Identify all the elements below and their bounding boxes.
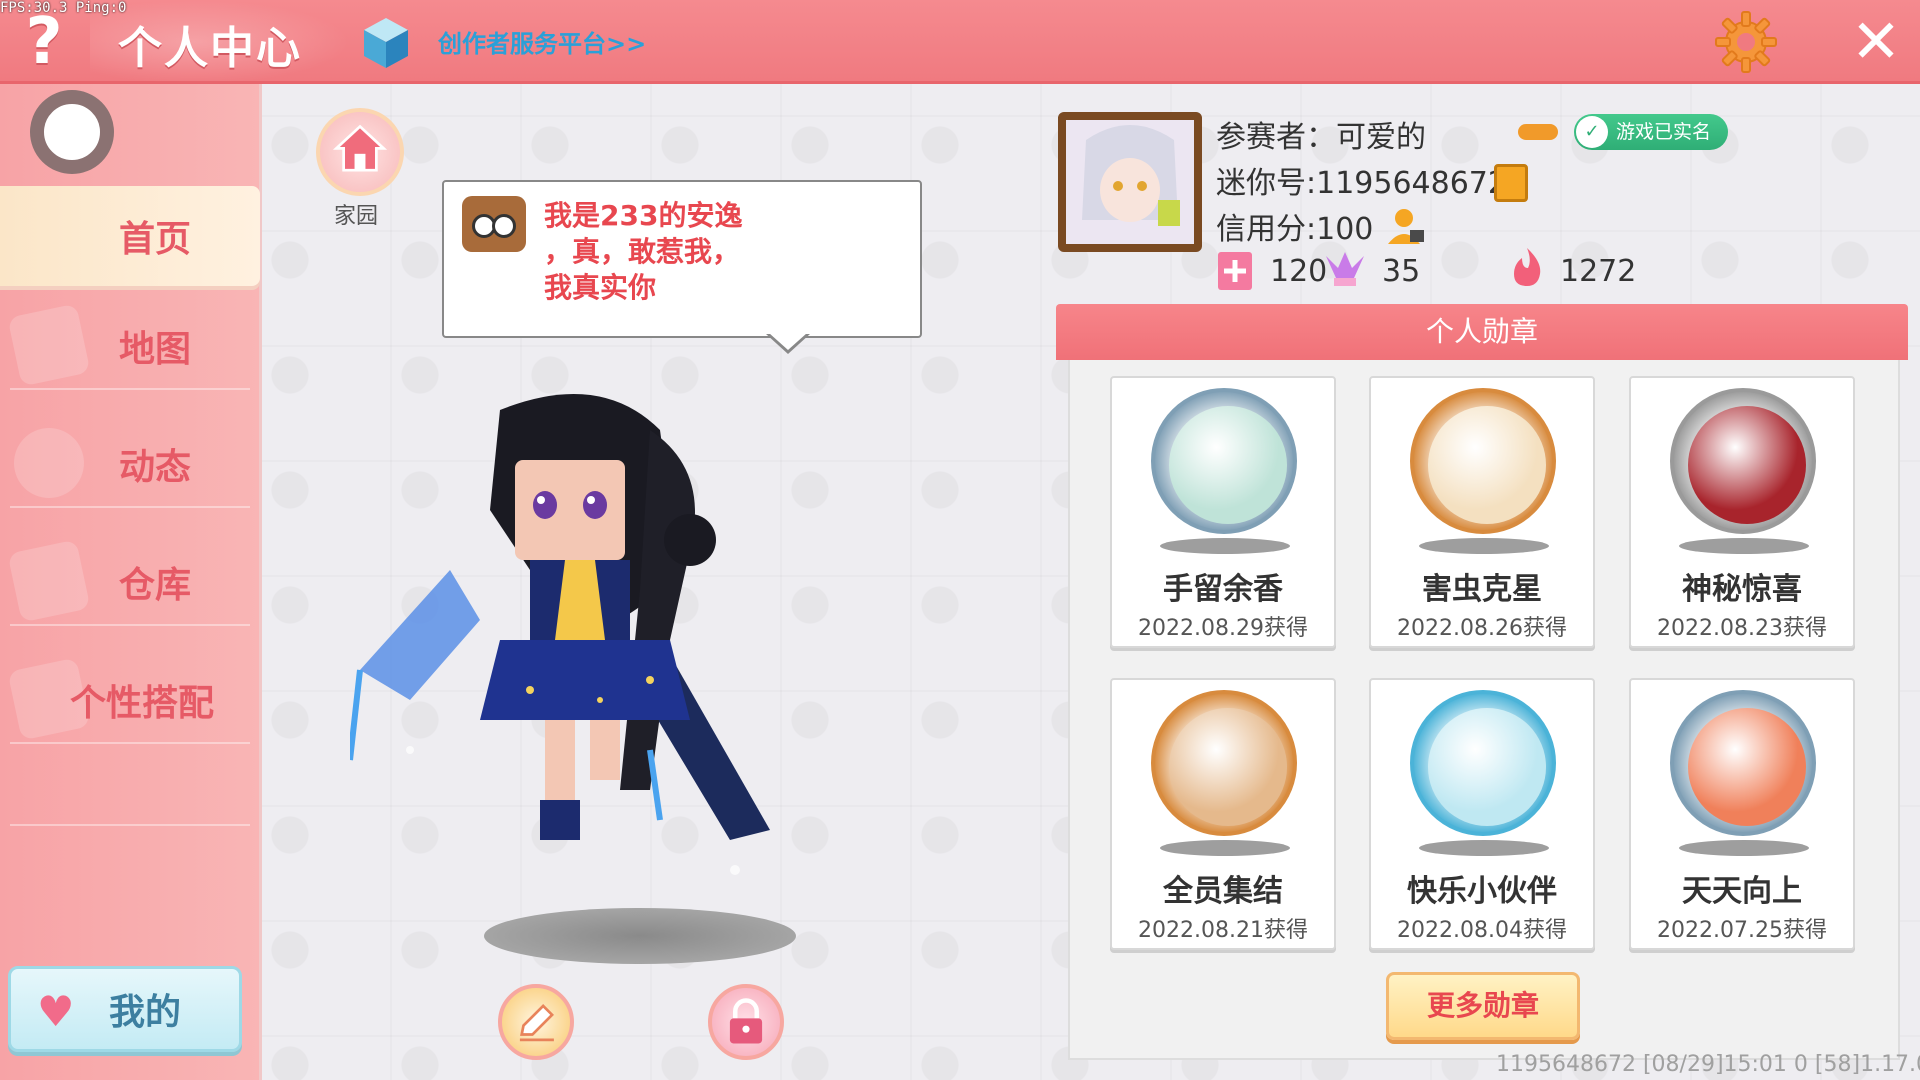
sidebar-item-home[interactable]: 首页 [0,186,260,286]
sidebar-item-map[interactable]: 地图 [0,296,260,396]
sidebar-item-label: 地图 [118,329,191,370]
sidebar-item-warehouse[interactable]: 仓库 [0,532,260,632]
bell-icon [7,421,91,505]
medal-card[interactable]: 快乐小伙伴 2022.08.04获得 [1369,678,1595,950]
medal-icon [1670,388,1816,534]
heart-icon: ♥ [37,987,75,1036]
medal-date: 2022.08.26获得 [1397,616,1567,641]
sidebar-item-label: 仓库 [118,565,191,606]
medal-card[interactable]: 天天向上 2022.07.25获得 [1629,678,1855,950]
character-avatar[interactable] [350,390,820,980]
home-icon[interactable] [316,108,404,196]
help-button[interactable]: ? [14,8,74,76]
medal-name: 全员集结 [1163,874,1283,909]
sidebar-item-feed[interactable]: 动态 [0,414,260,514]
realname-badge: ✓ 游戏已实名 [1574,114,1728,150]
medal-name: 天天向上 [1682,874,1802,909]
footer-build-info: 1195648672 [08/29]15:01 0 [58]1.17.0 [1496,1052,1920,1077]
close-button[interactable]: ✕ [1846,12,1906,72]
medal-icon [1151,690,1297,836]
speaker-avatar-icon [462,196,526,252]
medal-date: 2022.08.21获得 [1138,918,1308,943]
portrait-image [1066,120,1194,244]
medal-card[interactable]: 害虫克星 2022.08.26获得 [1369,376,1595,648]
medal-shadow [1679,840,1809,856]
bubble-tail-fill [769,333,807,350]
my-button[interactable]: ♥ 我的 [8,966,242,1052]
stat-fire: 1272 [1560,254,1637,289]
medal-shadow [1160,538,1290,554]
divider [10,824,250,826]
medal-emblem [1169,406,1287,524]
medal-date: 2022.08.29获得 [1138,616,1308,641]
medal-name: 害虫克星 [1422,572,1542,607]
plus-card-icon [1218,252,1252,290]
medal-name: 手留余香 [1163,572,1283,607]
medal-shadow [1419,538,1549,554]
speech-line: ，真，敢惹我， [544,235,741,268]
map-icon [7,303,91,387]
sidebar-item-label: 首页 [118,219,191,260]
medal-name: 神秘惊喜 [1682,572,1802,607]
medal-card[interactable]: 全员集结 2022.08.21获得 [1110,678,1336,950]
stat-cheer: 35 [1382,254,1421,289]
edit-pencil-icon[interactable] [498,984,574,1060]
medal-section-header: 个人勋章 [1056,304,1908,360]
medal-date: 2022.07.25获得 [1657,918,1827,943]
speech-line: 我是233的安逸 [544,199,743,232]
top-bar: ? 个人中心 创作者服务平台>> ✕ [0,0,1920,84]
warehouse-icon [7,539,91,623]
credit-score: 信用分:100 [1216,212,1374,247]
medal-icon [1151,388,1297,534]
cheer-icon [1326,252,1364,286]
medal-shadow [1419,840,1549,856]
speech-line: 我真实你 [544,271,657,304]
credit-person-icon[interactable] [1386,206,1426,246]
medal-name: 快乐小伙伴 [1407,874,1557,909]
medal-card[interactable]: 神秘惊喜 2022.08.23获得 [1629,376,1855,648]
medal-emblem [1428,406,1546,524]
profile-portrait[interactable] [1058,112,1202,252]
creator-cube-icon[interactable] [362,16,410,70]
medal-shadow [1160,840,1290,856]
player-name: 参赛者：可爱的 [1216,120,1426,155]
fps-readout: FPS:30.3 Ping:0 [0,0,127,16]
realname-badge-label: 游戏已实名 [1616,121,1712,143]
fire-icon [1514,248,1541,286]
speech-bubble: 我是233的安逸 ，真，敢惹我， 我真实你 [442,180,922,338]
medal-emblem [1688,708,1806,826]
mask-icon [1518,124,1558,140]
home-label: 家园 [334,204,379,229]
page-title: 个人中心 [118,23,302,74]
profile-avatar-ring[interactable] [30,90,114,174]
mini-id: 迷你号:1195648672 [1216,166,1507,201]
verified-user-icon: ✓ [1576,116,1608,148]
medal-card[interactable]: 手留余香 2022.08.29获得 [1110,376,1336,648]
sidebar-item-outfit[interactable]: 个性搭配 [0,650,260,750]
medal-emblem [1428,708,1546,826]
stat-plus: 120 [1270,254,1328,289]
medal-icon [1410,388,1556,534]
sidebar-item-label: 个性搭配 [69,683,214,724]
medal-date: 2022.08.23获得 [1657,616,1827,641]
medal-icon [1670,690,1816,836]
my-button-label: 我的 [108,992,181,1033]
lock-icon[interactable] [708,984,784,1060]
medal-shadow [1679,538,1809,554]
sidebar-item-label: 动态 [118,447,191,488]
more-medals-button[interactable]: 更多勋章 [1386,972,1580,1040]
creator-platform-link[interactable]: 创作者服务平台>> [438,24,646,59]
copy-id-icon[interactable] [1494,164,1528,202]
medal-date: 2022.08.04获得 [1397,918,1567,943]
sidebar: 首页 地图 动态 仓库 个性搭配 [0,84,262,1080]
settings-gear-icon[interactable] [1714,10,1778,74]
medal-emblem [1169,708,1287,826]
medal-emblem [1688,406,1806,524]
medal-icon [1410,690,1556,836]
